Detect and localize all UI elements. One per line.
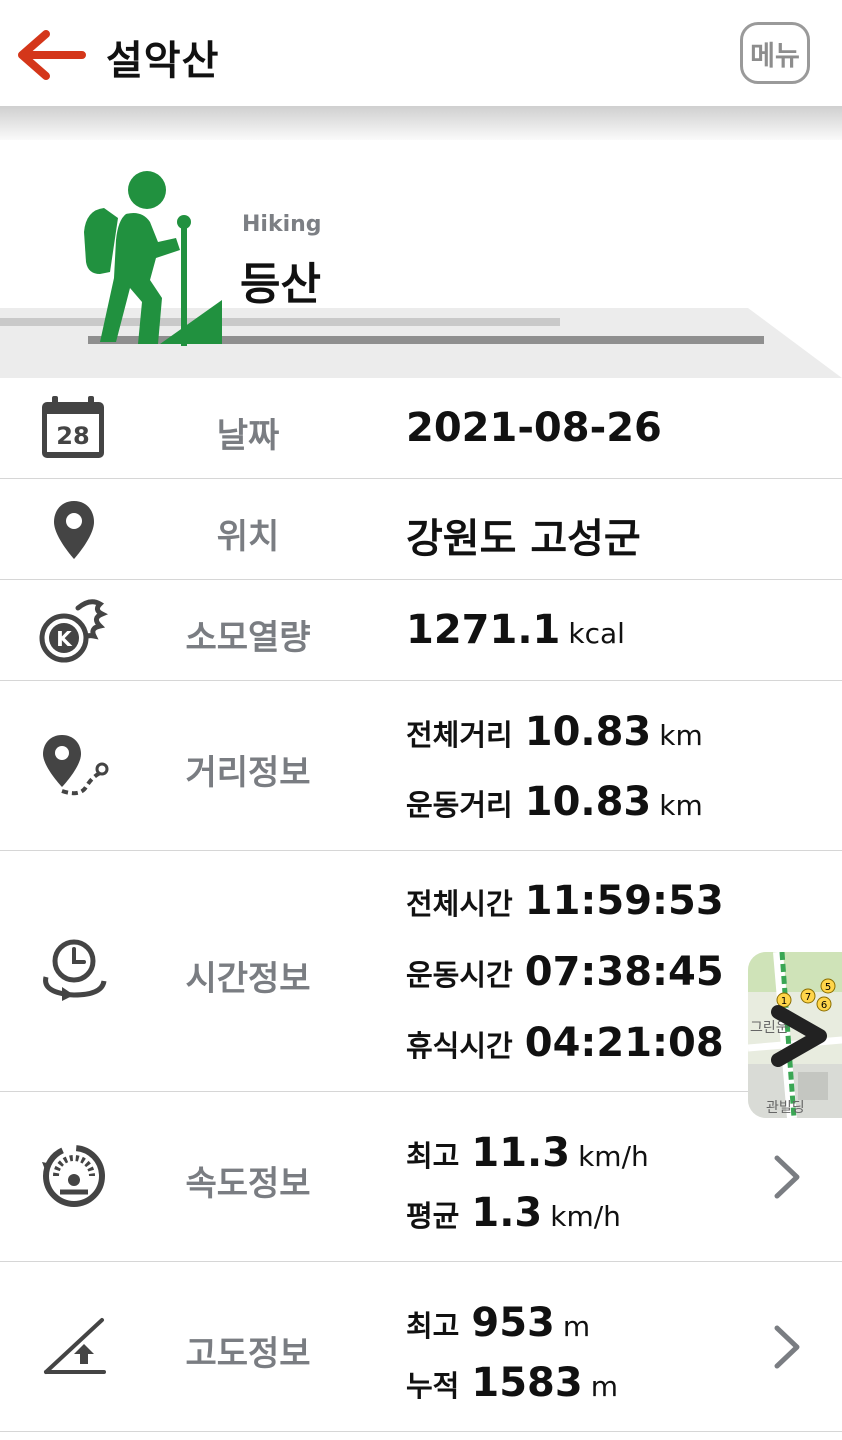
altitude-chevron-right-icon[interactable] bbox=[772, 1324, 802, 1370]
exercise-time-label: 운동시간 bbox=[406, 958, 513, 992]
speed-label: 속도정보 bbox=[185, 1164, 311, 1204]
cumulative-altitude-unit: m bbox=[590, 1370, 618, 1403]
total-distance-unit: km bbox=[659, 719, 703, 752]
rest-time-label: 휴식시간 bbox=[406, 1029, 513, 1063]
exercise-distance-line: 운동거리 10.83 km bbox=[406, 779, 703, 825]
time-label: 시간정보 bbox=[185, 959, 311, 999]
max-altitude-line: 최고 953 m bbox=[406, 1300, 590, 1346]
avg-speed-unit: km/h bbox=[550, 1200, 621, 1233]
menu-button[interactable]: 메뉴 bbox=[740, 22, 810, 84]
date-value: 2021-08-26 bbox=[406, 405, 662, 451]
speed-chevron-right-icon[interactable] bbox=[772, 1154, 802, 1200]
total-distance-value: 10.83 bbox=[524, 709, 652, 755]
map-marker-1: 1 bbox=[781, 996, 787, 1007]
map-thumbnail-button[interactable]: 1 7 6 5 그린운 관빌딩 bbox=[748, 952, 842, 1118]
total-distance-line: 전체거리 10.83 km bbox=[406, 709, 703, 755]
calendar-icon: 28 bbox=[42, 396, 104, 458]
date-row: 28 날짜 2021-08-26 bbox=[0, 378, 842, 479]
distance-label: 거리정보 bbox=[185, 753, 311, 793]
app-header: 설악산 메뉴 bbox=[0, 0, 842, 106]
rest-time-line: 휴식시간 04:21:08 bbox=[406, 1020, 724, 1066]
calories-unit: kcal bbox=[568, 617, 625, 650]
exercise-distance-value: 10.83 bbox=[524, 779, 652, 825]
activity-subtitle: Hiking bbox=[242, 212, 322, 237]
map-thumbnail-icon: 1 7 6 5 그린운 관빌딩 bbox=[748, 952, 842, 1118]
location-label: 위치 bbox=[216, 517, 280, 557]
calories-row: K 소모열량 1271.1 kcal bbox=[0, 580, 842, 681]
location-row: 위치 강원도 고성군 bbox=[0, 479, 842, 580]
total-distance-label: 전체거리 bbox=[406, 718, 513, 752]
exercise-time-value: 07:38:45 bbox=[524, 949, 724, 995]
avg-speed-line: 평균 1.3 km/h bbox=[406, 1190, 621, 1236]
calorie-icon-letter: K bbox=[56, 627, 73, 651]
calories-label: 소모열량 bbox=[185, 618, 311, 658]
header-shadow bbox=[0, 106, 842, 140]
max-speed-label: 최고 bbox=[406, 1139, 460, 1173]
max-altitude-unit: m bbox=[562, 1310, 591, 1343]
total-time-value: 11:59:53 bbox=[524, 878, 724, 924]
calendar-day-number: 28 bbox=[56, 422, 89, 450]
activity-hero: Hiking 등산 bbox=[0, 140, 842, 378]
hiker-icon bbox=[84, 171, 222, 346]
map-text-bottom: 관빌딩 bbox=[766, 1100, 805, 1116]
back-arrow-icon[interactable] bbox=[18, 30, 86, 80]
date-label: 날짜 bbox=[216, 416, 280, 456]
rest-time-value: 04:21:08 bbox=[524, 1020, 724, 1066]
max-speed-unit: km/h bbox=[578, 1140, 649, 1173]
max-speed-line: 최고 11.3 km/h bbox=[406, 1130, 649, 1176]
cumulative-altitude-label: 누적 bbox=[406, 1369, 460, 1403]
distance-row: 거리정보 전체거리 10.83 km 운동거리 10.83 km bbox=[0, 681, 842, 851]
time-row: 시간정보 전체시간 11:59:53 운동시간 07:38:45 휴식시간 04:21… bbox=[0, 851, 842, 1092]
location-value: 강원도 고성군 bbox=[406, 516, 641, 562]
calories-value: 1271.1 bbox=[406, 607, 561, 653]
altitude-label: 고도정보 bbox=[185, 1334, 311, 1374]
total-time-line: 전체시간 11:59:53 bbox=[406, 878, 724, 924]
speedometer-icon bbox=[42, 1145, 105, 1207]
max-altitude-value: 953 bbox=[471, 1300, 555, 1346]
page-title: 설악산 bbox=[106, 38, 220, 84]
activity-name: 등산 bbox=[240, 259, 321, 310]
exercise-distance-label: 운동거리 bbox=[406, 788, 513, 822]
max-speed-value: 11.3 bbox=[471, 1130, 571, 1176]
calorie-flame-icon: K bbox=[39, 599, 108, 663]
max-altitude-label: 최고 bbox=[406, 1309, 460, 1343]
exercise-distance-unit: km bbox=[659, 789, 703, 822]
calories-value-line: 1271.1 kcal bbox=[406, 607, 625, 653]
cumulative-altitude-line: 누적 1583 m bbox=[406, 1360, 618, 1406]
map-marker-6: 6 bbox=[821, 1000, 827, 1011]
speed-row[interactable]: 속도정보 최고 11.3 km/h 평균 1.3 km/h bbox=[0, 1092, 842, 1262]
total-time-label: 전체시간 bbox=[406, 887, 513, 921]
avg-speed-value: 1.3 bbox=[471, 1190, 543, 1236]
location-pin-icon bbox=[54, 501, 94, 559]
altitude-icon bbox=[44, 1318, 106, 1374]
route-pin-icon bbox=[43, 735, 109, 796]
exercise-time-line: 운동시간 07:38:45 bbox=[406, 949, 724, 995]
clock-icon bbox=[43, 939, 107, 1001]
map-marker-5: 5 bbox=[825, 982, 831, 993]
map-marker-7: 7 bbox=[805, 992, 811, 1003]
altitude-row[interactable]: 고도정보 최고 953 m 누적 1583 m bbox=[0, 1262, 842, 1432]
cumulative-altitude-value: 1583 bbox=[471, 1360, 583, 1406]
avg-speed-label: 평균 bbox=[406, 1199, 460, 1233]
